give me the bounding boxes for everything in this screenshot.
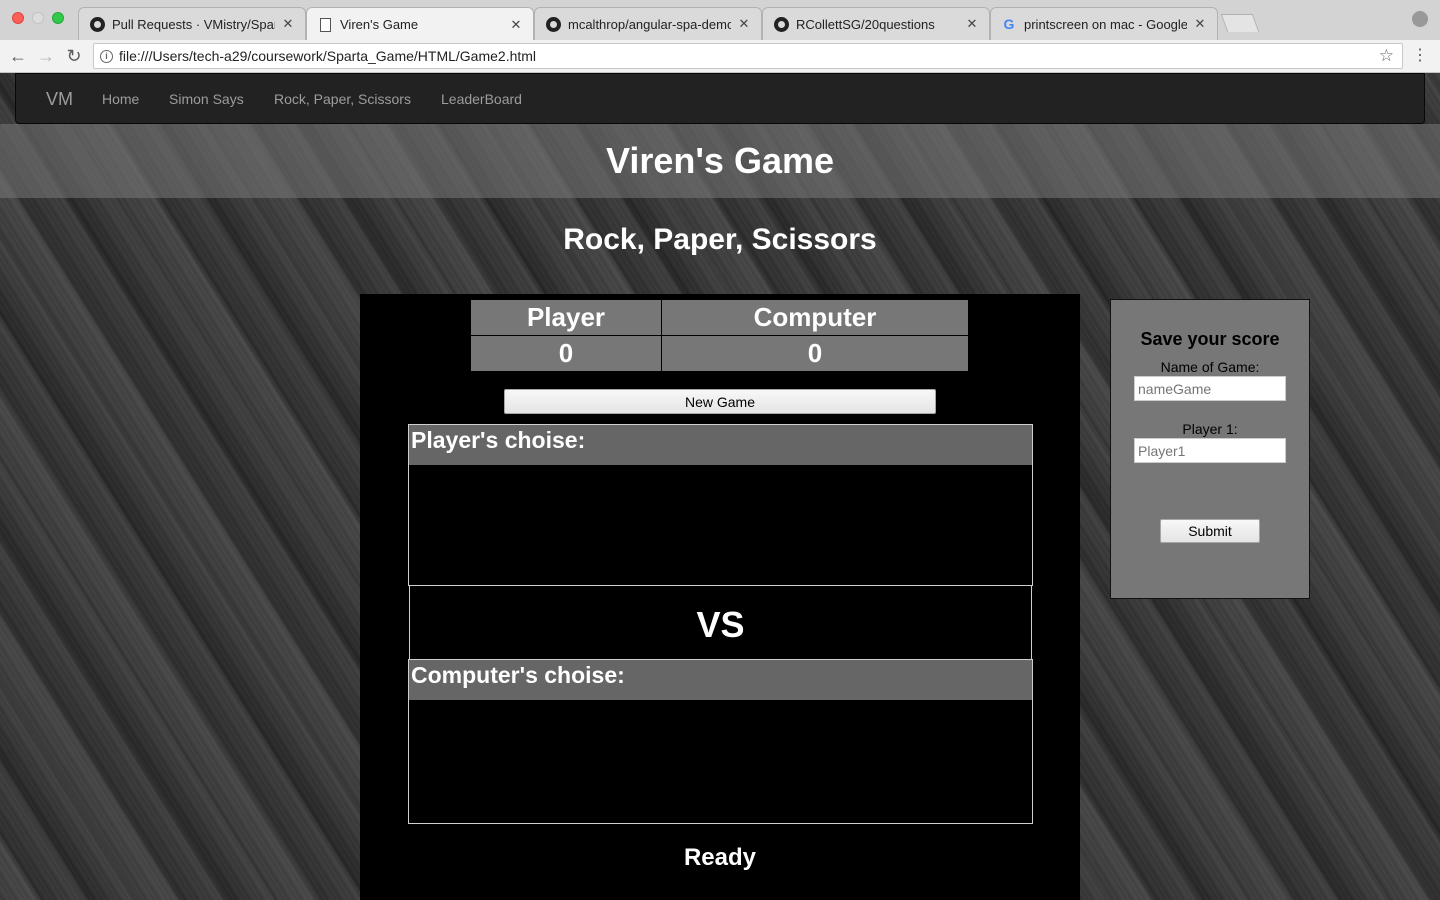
nav-link-home[interactable]: Home	[102, 91, 139, 107]
forward-arrow-icon[interactable]: →	[34, 45, 58, 67]
new-tab-button[interactable]	[1220, 14, 1260, 32]
scoreboard: Player Computer 0 0	[470, 299, 969, 372]
profile-icon[interactable]	[1412, 11, 1428, 27]
minimize-window-button[interactable]	[32, 12, 44, 24]
browser-tab-google-search[interactable]: G printscreen on mac - Google Search ✕	[990, 7, 1218, 40]
tab-close-icon[interactable]: ✕	[1193, 16, 1207, 32]
player-choice-box: Player's choise:	[408, 424, 1033, 586]
tab-title: RCollettSG/20questions	[796, 16, 935, 32]
address-bar[interactable]: i file:///Users/tech-a29/coursework/Spar…	[93, 43, 1403, 69]
browser-menu-icon[interactable]: ⋮	[1412, 45, 1428, 67]
computer-score-header: Computer	[661, 299, 969, 336]
maximize-window-button[interactable]	[52, 12, 64, 24]
game-title: Rock, Paper, Scissors	[563, 223, 877, 256]
document-icon	[317, 17, 333, 33]
site-navbar: VM Home Simon Says Rock, Paper, Scissors…	[15, 73, 1425, 124]
browser-tab-20questions[interactable]: RCollettSG/20questions ✕	[762, 7, 990, 40]
header-band: Viren's Game	[0, 124, 1440, 198]
game-panel: Player Computer 0 0 New Game Player's ch…	[360, 294, 1080, 900]
browser-tabstrip: Pull Requests · VMistry/Sparta_Game ✕ Vi…	[0, 0, 1440, 41]
tab-close-icon[interactable]: ✕	[965, 16, 979, 32]
url-text: file:///Users/tech-a29/coursework/Sparta…	[119, 48, 537, 64]
nav-link-leaderboard[interactable]: LeaderBoard	[441, 91, 522, 107]
computer-score-value: 0	[661, 335, 969, 372]
player-score-value: 0	[470, 335, 662, 372]
new-game-button[interactable]: New Game	[504, 389, 936, 414]
browser-tab-angular-spa-demo[interactable]: mcalthrop/angular-spa-demo ✕	[534, 7, 762, 40]
browser-tab-virens-game[interactable]: Viren's Game ✕	[306, 7, 534, 41]
github-icon	[545, 16, 561, 32]
info-icon[interactable]: i	[100, 49, 113, 63]
back-arrow-icon[interactable]: ←	[6, 45, 30, 67]
computer-choice-box: Computer's choise:	[408, 659, 1033, 824]
tab-title: mcalthrop/angular-spa-demo	[568, 16, 731, 32]
tab-title: Pull Requests · VMistry/Sparta_Game	[112, 16, 275, 32]
game-name-input[interactable]	[1134, 376, 1286, 401]
tab-title: printscreen on mac - Google Search	[1024, 16, 1187, 32]
navbar-brand[interactable]: VM	[46, 89, 73, 110]
player-choice-label: Player's choise:	[409, 425, 1032, 465]
close-window-button[interactable]	[12, 12, 24, 24]
game-status: Ready	[683, 844, 757, 871]
save-score-panel: Save your score Name of Game: Player 1: …	[1110, 299, 1310, 599]
submit-score-button[interactable]: Submit	[1160, 519, 1260, 543]
github-icon	[773, 16, 789, 32]
save-score-title: Save your score	[1140, 329, 1280, 349]
tab-close-icon[interactable]: ✕	[737, 16, 751, 32]
nav-link-simon-says[interactable]: Simon Says	[169, 91, 244, 107]
player-name-label: Player 1:	[1182, 421, 1238, 437]
reload-icon[interactable]: ↻	[62, 45, 86, 67]
page-background: VM Home Simon Says Rock, Paper, Scissors…	[0, 73, 1440, 900]
tab-close-icon[interactable]: ✕	[281, 16, 295, 32]
nav-link-rock-paper-scissors[interactable]: Rock, Paper, Scissors	[274, 91, 411, 107]
player-name-input[interactable]	[1134, 438, 1286, 463]
browser-tab-pull-requests[interactable]: Pull Requests · VMistry/Sparta_Game ✕	[78, 7, 306, 40]
google-icon: G	[1003, 16, 1015, 32]
computer-choice-label: Computer's choise:	[409, 660, 1032, 700]
tab-title: Viren's Game	[340, 17, 419, 32]
game-name-label: Name of Game:	[1160, 359, 1260, 375]
player-score-header: Player	[470, 299, 662, 336]
tab-close-icon[interactable]: ✕	[509, 17, 523, 33]
site-title: Viren's Game	[605, 140, 835, 181]
browser-toolbar: ← → ↻ i file:///Users/tech-a29/coursewor…	[0, 40, 1440, 73]
vs-label: VS	[409, 585, 1032, 660]
github-icon	[89, 16, 105, 32]
bookmark-star-icon[interactable]: ☆	[1379, 46, 1394, 66]
